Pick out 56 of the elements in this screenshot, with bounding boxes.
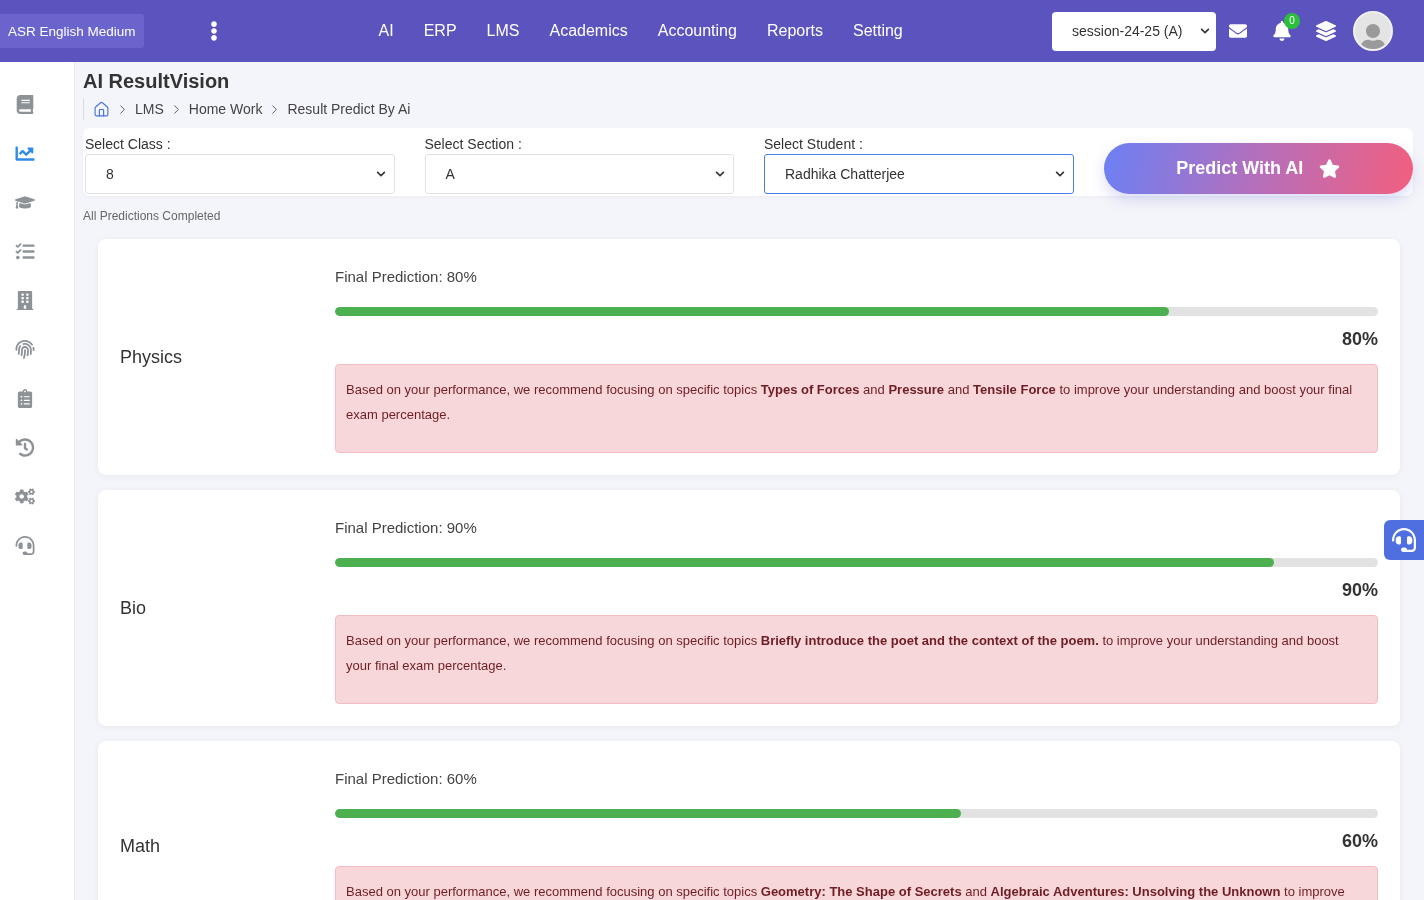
nav-link[interactable]: ERP: [408, 22, 472, 40]
headset-icon[interactable]: [15, 536, 35, 555]
nav-link[interactable]: LMS: [471, 22, 535, 40]
recommendation-text: Based on your performance, we recommend focusing on specific topics Briefly introduce the poet and the context of the poem. to improve your understanding and boost your final exam percentage.: [346, 632, 1340, 675]
headset-icon: [1392, 528, 1416, 552]
field-label: Select Class :: [85, 136, 172, 152]
prediction-percent: 80%: [1340, 329, 1378, 349]
breadcrumb-link[interactable]: LMS: [135, 101, 164, 117]
clipboard-list-icon[interactable]: [15, 389, 35, 408]
nav-link[interactable]: Setting: [837, 22, 918, 40]
chevron-down-icon: [1200, 26, 1210, 36]
user-avatar-icon[interactable]: [1353, 11, 1393, 51]
breadcrumb-link[interactable]: Result Predict By Ai: [287, 101, 411, 117]
school-name-chip[interactable]: ASR English Medium: [0, 14, 144, 48]
notification-badge: 0: [1284, 13, 1300, 29]
fingerprint-icon[interactable]: [15, 340, 35, 359]
predict-button[interactable]: Predict With AI: [1103, 143, 1413, 194]
building-icon[interactable]: [15, 291, 35, 310]
home-icon[interactable]: [93, 100, 110, 118]
subject-name: Physics: [120, 346, 183, 368]
layers-icon[interactable]: [1316, 21, 1336, 41]
field-label: Select Section :: [424, 136, 523, 152]
session-select[interactable]: session-24-25 (A): [1052, 11, 1216, 51]
chevron-down-icon: [715, 169, 725, 179]
subject-name: Bio: [120, 597, 147, 619]
support-button[interactable]: [1384, 520, 1424, 560]
prediction-percent: 90%: [1340, 580, 1378, 600]
prediction-caption: Final Prediction: 80%: [335, 267, 478, 287]
nav-link[interactable]: AI: [363, 22, 409, 40]
notifications-icon[interactable]: [1273, 21, 1291, 41]
prediction-caption: Final Prediction: 90%: [335, 518, 478, 538]
status-text: All Predictions Completed: [83, 209, 222, 223]
mail-icon[interactable]: [1228, 22, 1248, 40]
page-title: AI ResultVision: [83, 69, 231, 93]
section-select[interactable]: A: [424, 154, 734, 194]
student-select[interactable]: Radhika Chatterjee: [764, 154, 1074, 194]
breadcrumb-link[interactable]: Home Work: [188, 101, 263, 117]
prediction-caption: Final Prediction: 60%: [335, 769, 478, 789]
line-chart-icon[interactable]: [15, 144, 35, 163]
gears-icon[interactable]: [15, 487, 35, 506]
history-icon[interactable]: [15, 438, 35, 457]
class-select[interactable]: 8: [85, 154, 395, 194]
nav-link[interactable]: Academics: [534, 22, 643, 40]
star-icon: [1319, 158, 1341, 179]
prediction-percent: 60%: [1340, 831, 1378, 851]
recommendation-text: Based on your performance, we recommend focusing on specific topics Types of Forces and Pressure and Tensile Force to improve your understanding and boost your final exam percentage.: [346, 381, 1354, 424]
nav-link[interactable]: Reports: [751, 22, 838, 40]
chevron-down-icon: [1054, 169, 1065, 179]
chevron-down-icon: [375, 169, 386, 179]
book-icon[interactable]: [15, 95, 35, 114]
recommendation-text: Based on your performance, we recommend focusing on specific topics Geometry: The Shape of Secrets and Algebraic Adventures: Unsolving the Unknown to improve: [346, 883, 1346, 900]
nav-link[interactable]: Accounting: [642, 22, 752, 40]
field-label: Select Student :: [764, 136, 864, 152]
checklist-icon[interactable]: [15, 242, 35, 261]
subject-name: Math: [120, 836, 162, 857]
more-menu-icon[interactable]: [209, 21, 218, 41]
